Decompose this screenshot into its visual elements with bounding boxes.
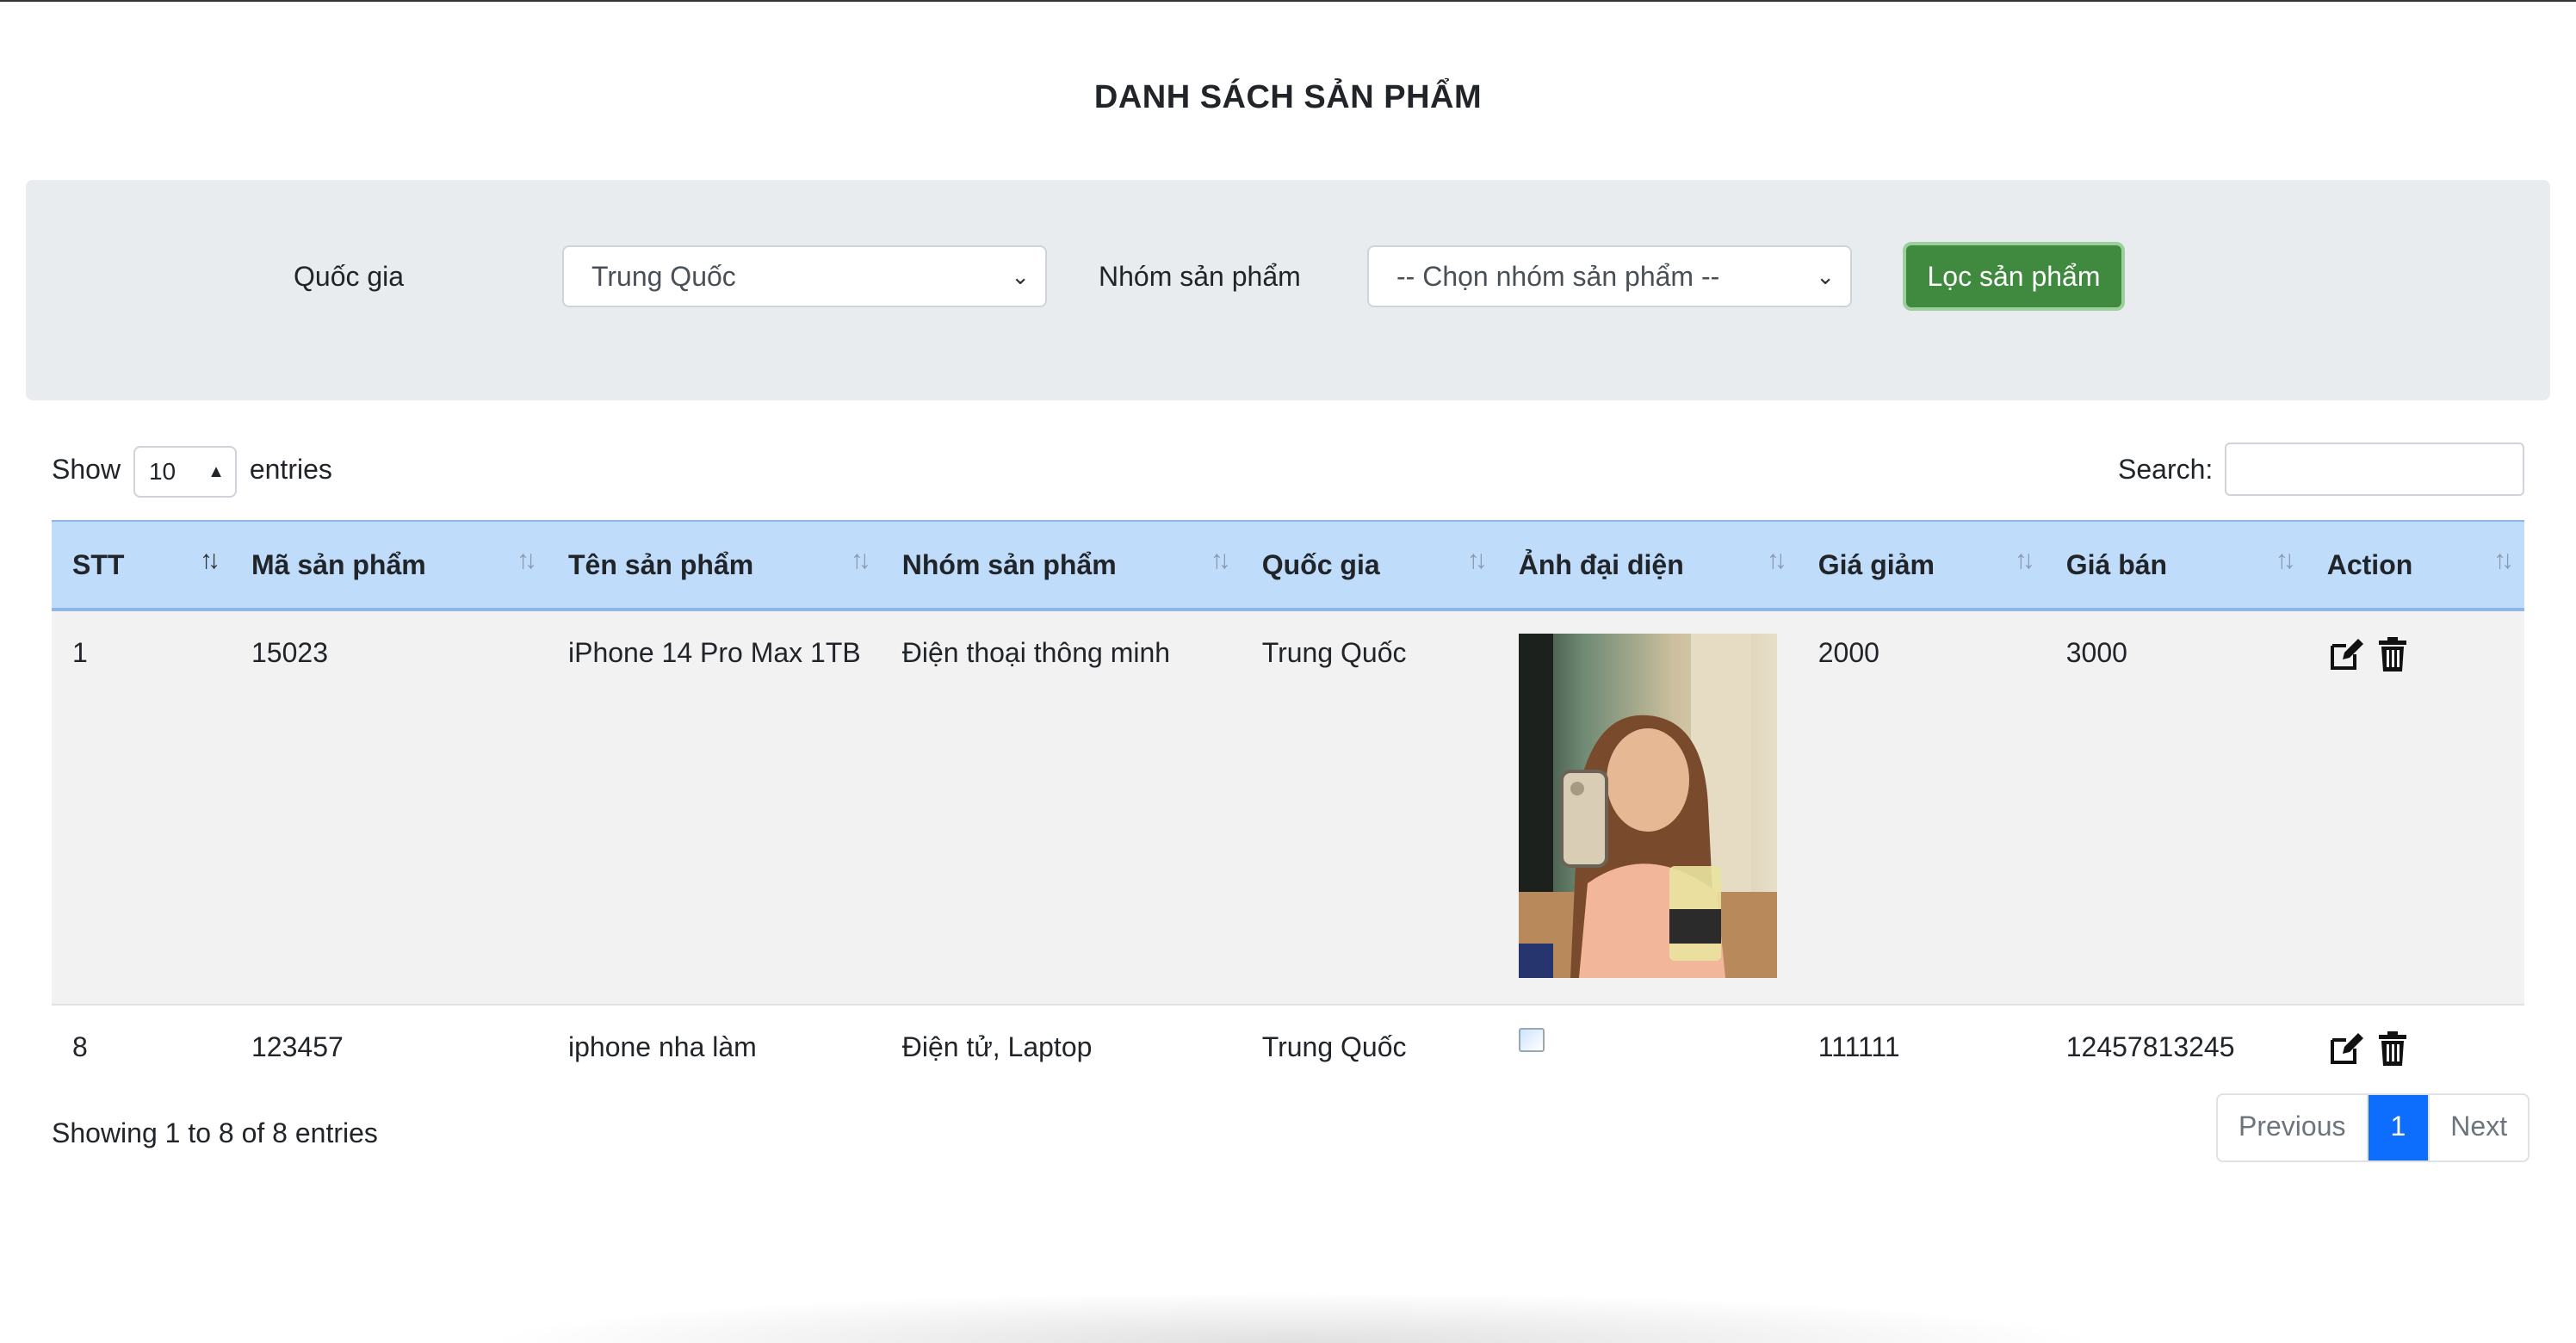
cell-discount-price: 111111 [1797, 1004, 2046, 1093]
sort-icon: ↑↓ [2014, 546, 2035, 574]
table-info: Showing 1 to 8 of 8 entries [52, 1117, 378, 1148]
broken-image-icon [1518, 1028, 1545, 1052]
column-header-image[interactable]: Ảnh đại diện ↑↓ [1497, 520, 1798, 611]
column-header-label: Giá bán [2065, 548, 2168, 580]
search-input[interactable] [2225, 443, 2524, 496]
show-label: Show [52, 454, 121, 485]
entries-label: entries [249, 454, 332, 485]
column-header-label: Action [2326, 548, 2413, 580]
sort-icon: ↑↓ [2275, 546, 2296, 574]
cell-code: 123457 [231, 1004, 548, 1093]
column-header-label: STT [72, 548, 125, 580]
previous-page-button[interactable]: Previous [2218, 1095, 2369, 1160]
column-header-name[interactable]: Tên sản phẩm ↑↓ [548, 520, 882, 611]
entries-per-page-value: 10 [148, 457, 176, 485]
pagination: Previous 1 Next [2216, 1093, 2530, 1162]
edit-icon[interactable] [2327, 635, 2365, 673]
column-header-label: Quốc gia [1261, 548, 1380, 580]
cell-country: Trung Quốc [1241, 1004, 1498, 1093]
column-header-discount-price[interactable]: Giá giảm ↑↓ [1797, 520, 2046, 611]
product-avatar-image [1518, 634, 1777, 978]
cell-code: 15023 [231, 610, 548, 1005]
cell-name: iphone nha làm [548, 1004, 882, 1093]
cell-discount-price: 2000 [1797, 610, 2046, 1005]
column-header-action[interactable]: Action ↑↓ [2306, 520, 2524, 611]
column-header-price[interactable]: Giá bán ↑↓ [2045, 520, 2307, 611]
column-header-code[interactable]: Mã sản phẩm ↑↓ [231, 520, 548, 611]
entries-length-control: Show 10 ▲︎ entries [52, 443, 332, 498]
cell-image [1497, 1004, 1798, 1093]
column-header-stt[interactable]: STT ↑↓ [52, 520, 231, 611]
cell-stt: 8 [52, 1004, 231, 1093]
sort-icon: ↑↓ [517, 546, 537, 574]
column-header-label: Giá giảm [1817, 548, 1935, 580]
country-label: Quốc gia [294, 261, 405, 292]
column-header-label: Mã sản phẩm [251, 548, 426, 580]
chevron-down-icon: ⌄ [1011, 263, 1030, 289]
sort-ascending-icon: ↑↓ [200, 546, 220, 574]
cell-group: Điện thoại thông minh [881, 610, 1242, 1005]
country-select[interactable]: Trung Quốc ⌄ [562, 245, 1047, 307]
table-header-row: STT ↑↓ Mã sản phẩm ↑↓ Tên sản phẩm ↑↓ Nhóm … [52, 520, 2524, 611]
page-1-button[interactable]: 1 [2368, 1095, 2430, 1160]
window-top-border [0, 0, 2576, 2]
country-select-value: Trung Quốc [591, 261, 736, 292]
table-row: 8 123457 iphone nha làm Điện tử, Laptop … [52, 1004, 2524, 1093]
sort-icon: ↑↓ [1766, 546, 1787, 574]
products-table: STT ↑↓ Mã sản phẩm ↑↓ Tên sản phẩm ↑↓ Nhóm … [52, 520, 2524, 1093]
window-bottom-shadow [482, 1291, 2101, 1343]
filter-products-button[interactable]: Lọc sản phẩm [1903, 242, 2125, 311]
product-group-label: Nhóm sản phẩm [1099, 261, 1301, 292]
sort-icon: ↑↓ [1210, 546, 1231, 574]
edit-icon[interactable] [2327, 1030, 2365, 1068]
cell-price: 12457813245 [2045, 1004, 2307, 1093]
sort-icon: ↑↓ [1466, 546, 1488, 574]
row-actions [2327, 635, 2504, 673]
column-header-label: Ảnh đại diện [1518, 548, 1684, 580]
product-group-select[interactable]: -- Chọn nhóm sản phẩm -- ⌄ [1367, 245, 1852, 307]
cell-image [1497, 610, 1798, 1005]
sort-icon: ↑↓ [2493, 546, 2514, 574]
next-page-button[interactable]: Next [2430, 1095, 2528, 1160]
sort-icon: ↑↓ [850, 546, 871, 574]
column-header-label: Nhóm sản phẩm [901, 548, 1117, 580]
cell-name: iPhone 14 Pro Max 1TB [548, 610, 882, 1005]
column-header-country[interactable]: Quốc gia ↑↓ [1241, 520, 1498, 611]
table-row: 1 15023 iPhone 14 Pro Max 1TB Điện thoại… [52, 610, 2524, 1005]
product-group-select-value: -- Chọn nhóm sản phẩm -- [1396, 261, 1720, 292]
cell-price: 3000 [2045, 610, 2307, 1005]
cell-stt: 1 [52, 610, 231, 1005]
cell-group: Điện tử, Laptop [881, 1004, 1242, 1093]
search-label: Search: [2118, 454, 2214, 485]
cell-country: Trung Quốc [1241, 610, 1498, 1005]
column-header-label: Tên sản phẩm [568, 548, 754, 580]
delete-icon[interactable] [2374, 635, 2412, 673]
entries-per-page-select[interactable]: 10 ▲︎ [133, 445, 237, 498]
page-title: DANH SÁCH SẢN PHẨM [1093, 79, 1483, 115]
updown-arrows-icon: ▲︎ [207, 461, 225, 481]
chevron-down-icon: ⌄ [1816, 263, 1835, 289]
column-header-group[interactable]: Nhóm sản phẩm ↑↓ [881, 520, 1242, 611]
cell-action [2306, 1004, 2524, 1093]
row-actions [2327, 1030, 2504, 1068]
cell-action [2306, 610, 2524, 1005]
delete-icon[interactable] [2374, 1030, 2412, 1068]
